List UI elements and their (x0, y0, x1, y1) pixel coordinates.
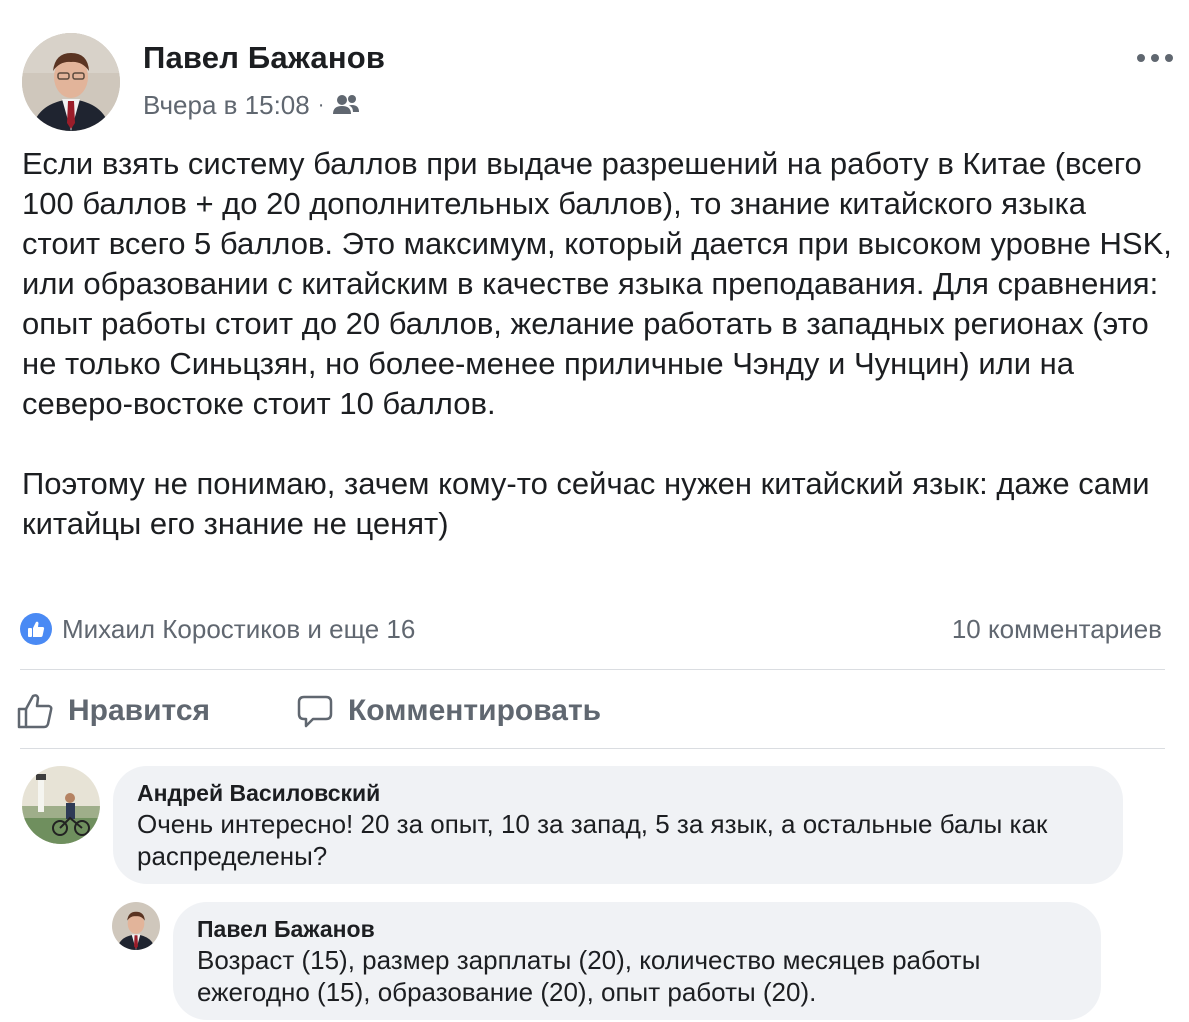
comment-bubble-icon (297, 695, 333, 728)
reply-text: Возраст (15), размер зарплаты (20), коли… (197, 945, 981, 1007)
divider (20, 748, 1165, 749)
thumbs-up-icon (17, 694, 53, 729)
reply-author-photo (112, 902, 160, 950)
post-paragraph: Поэтому не понимаю, зачем кому-то сейчас… (22, 466, 1150, 541)
comment-button[interactable]: Комментировать (296, 686, 601, 736)
divider (20, 669, 1165, 670)
facebook-post: Павел Бажанов Вчера в 15:08 · Если взять… (0, 0, 1189, 1022)
more-dot-icon (1137, 54, 1145, 62)
post-meta: Вчера в 15:08 · (143, 88, 360, 122)
reactions-names[interactable]: Михаил Коростиков и еще 16 (62, 614, 415, 645)
more-dot-icon (1165, 54, 1173, 62)
author-photo (22, 33, 120, 131)
more-options-button[interactable] (1137, 48, 1173, 68)
post-paragraph: Если взять систему баллов при выдаче раз… (22, 146, 1172, 421)
comment-bubble: Андрей Василовский Очень интересно! 20 з… (113, 766, 1123, 884)
reactions-summary[interactable]: Михаил Коростиков и еще 16 (20, 611, 415, 647)
reply-author-avatar[interactable] (112, 902, 160, 950)
comment-label: Комментировать (348, 694, 602, 727)
comment-text: Очень интересно! 20 за опыт, 10 за запад… (137, 809, 1048, 871)
like-label: Нравится (68, 694, 211, 727)
commenter-photo (22, 766, 100, 844)
post-timestamp[interactable]: Вчера в 15:08 (143, 90, 310, 121)
post-author-name[interactable]: Павел Бажанов (143, 40, 385, 76)
more-dot-icon (1151, 54, 1159, 62)
like-button[interactable]: Нравится (16, 686, 210, 736)
like-icon (20, 613, 52, 645)
post-text: Если взять систему баллов при выдаче раз… (22, 144, 1172, 544)
reply-bubble: Павел Бажанов Возраст (15), размер зарпл… (173, 902, 1101, 1020)
author-avatar[interactable] (22, 33, 120, 131)
commenter-avatar[interactable] (22, 766, 100, 844)
reply-author[interactable]: Павел Бажанов (197, 914, 1077, 944)
meta-separator: · (317, 93, 325, 116)
comment-author[interactable]: Андрей Василовский (137, 778, 1099, 808)
friends-icon[interactable] (332, 94, 360, 116)
comments-count[interactable]: 10 комментариев (952, 611, 1162, 647)
